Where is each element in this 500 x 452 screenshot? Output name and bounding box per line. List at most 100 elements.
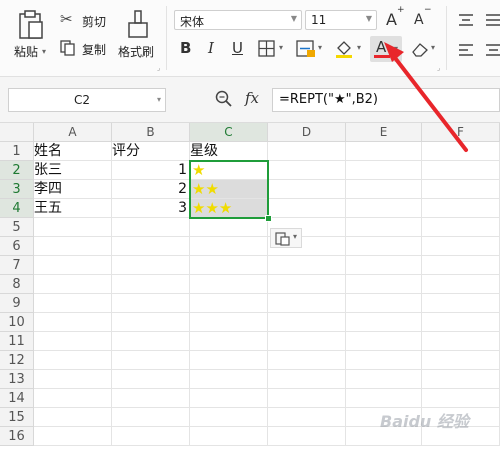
cell-a16[interactable]	[34, 427, 112, 446]
cell-d10[interactable]	[268, 313, 346, 332]
cell-f11[interactable]	[422, 332, 500, 351]
cell-d13[interactable]	[268, 370, 346, 389]
cell-d7[interactable]	[268, 256, 346, 275]
cell-b2[interactable]: 1	[112, 161, 190, 180]
row-header-6[interactable]: 6	[0, 237, 34, 256]
cell-d14[interactable]	[268, 389, 346, 408]
cell-d15[interactable]	[268, 408, 346, 427]
cell-c2[interactable]: ★	[190, 161, 268, 180]
cell-f7[interactable]	[422, 256, 500, 275]
row-header-7[interactable]: 7	[0, 256, 34, 275]
cell-a15[interactable]	[34, 408, 112, 427]
cell-e12[interactable]	[346, 351, 422, 370]
cell-e9[interactable]	[346, 294, 422, 313]
cell-a2[interactable]: 张三	[34, 161, 112, 180]
cell-c6[interactable]	[190, 237, 268, 256]
row-header-12[interactable]: 12	[0, 351, 34, 370]
cell-f10[interactable]	[422, 313, 500, 332]
cell-b6[interactable]	[112, 237, 190, 256]
cell-f12[interactable]	[422, 351, 500, 370]
cell-b9[interactable]	[112, 294, 190, 313]
cell-f14[interactable]	[422, 389, 500, 408]
cell-a11[interactable]	[34, 332, 112, 351]
row-header-4[interactable]: 4	[0, 199, 34, 218]
cell-d8[interactable]	[268, 275, 346, 294]
paste-options-button[interactable]: ▾	[270, 228, 302, 248]
cell-a6[interactable]	[34, 237, 112, 256]
cell-e8[interactable]	[346, 275, 422, 294]
cell-b3[interactable]: 2	[112, 180, 190, 199]
cell-b12[interactable]	[112, 351, 190, 370]
row-header-2[interactable]: 2	[0, 161, 34, 180]
cell-f13[interactable]	[422, 370, 500, 389]
cell-b13[interactable]	[112, 370, 190, 389]
cell-e2[interactable]	[346, 161, 422, 180]
cell-f8[interactable]	[422, 275, 500, 294]
cell-d9[interactable]	[268, 294, 346, 313]
cell-a14[interactable]	[34, 389, 112, 408]
cell-e7[interactable]	[346, 256, 422, 275]
cell-b4[interactable]: 3	[112, 199, 190, 218]
cell-e6[interactable]	[346, 237, 422, 256]
cell-d16[interactable]	[268, 427, 346, 446]
cell-f3[interactable]	[422, 180, 500, 199]
cell-b14[interactable]	[112, 389, 190, 408]
cell-b5[interactable]	[112, 218, 190, 237]
fill-handle[interactable]	[265, 215, 272, 222]
cell-e10[interactable]	[346, 313, 422, 332]
cell-e11[interactable]	[346, 332, 422, 351]
cell-c10[interactable]	[190, 313, 268, 332]
cell-a13[interactable]	[34, 370, 112, 389]
cell-c8[interactable]	[190, 275, 268, 294]
cell-d4[interactable]	[268, 199, 346, 218]
cell-f9[interactable]	[422, 294, 500, 313]
cell-c15[interactable]	[190, 408, 268, 427]
row-header-9[interactable]: 9	[0, 294, 34, 313]
cell-c16[interactable]	[190, 427, 268, 446]
cell-a3[interactable]: 李四	[34, 180, 112, 199]
row-header-11[interactable]: 11	[0, 332, 34, 351]
cell-d2[interactable]	[268, 161, 346, 180]
row-header-16[interactable]: 16	[0, 427, 34, 446]
cell-c14[interactable]	[190, 389, 268, 408]
row-header-14[interactable]: 14	[0, 389, 34, 408]
cell-c11[interactable]	[190, 332, 268, 351]
cell-b10[interactable]	[112, 313, 190, 332]
cell-e5[interactable]	[346, 218, 422, 237]
cell-e14[interactable]	[346, 389, 422, 408]
cell-a12[interactable]	[34, 351, 112, 370]
cell-a9[interactable]	[34, 294, 112, 313]
cell-c3[interactable]: ★★	[190, 180, 268, 199]
row-header-3[interactable]: 3	[0, 180, 34, 199]
cell-c9[interactable]	[190, 294, 268, 313]
cell-f6[interactable]	[422, 237, 500, 256]
cell-a10[interactable]	[34, 313, 112, 332]
cell-c4[interactable]: ★★★	[190, 199, 268, 218]
row-header-10[interactable]: 10	[0, 313, 34, 332]
cell-c5[interactable]	[190, 218, 268, 237]
row-header-15[interactable]: 15	[0, 408, 34, 427]
cell-a8[interactable]	[34, 275, 112, 294]
cell-d11[interactable]	[268, 332, 346, 351]
cell-d3[interactable]	[268, 180, 346, 199]
row-header-13[interactable]: 13	[0, 370, 34, 389]
cell-f4[interactable]	[422, 199, 500, 218]
row-header-5[interactable]: 5	[0, 218, 34, 237]
cell-a4[interactable]: 王五	[34, 199, 112, 218]
cell-b16[interactable]	[112, 427, 190, 446]
cell-e4[interactable]	[346, 199, 422, 218]
cell-c12[interactable]	[190, 351, 268, 370]
cell-c13[interactable]	[190, 370, 268, 389]
cell-f2[interactable]	[422, 161, 500, 180]
cell-b8[interactable]	[112, 275, 190, 294]
cell-f5[interactable]	[422, 218, 500, 237]
cell-c7[interactable]	[190, 256, 268, 275]
cell-b11[interactable]	[112, 332, 190, 351]
cell-a5[interactable]	[34, 218, 112, 237]
cell-b15[interactable]	[112, 408, 190, 427]
cell-e13[interactable]	[346, 370, 422, 389]
cell-e3[interactable]	[346, 180, 422, 199]
cell-d12[interactable]	[268, 351, 346, 370]
row-header-8[interactable]: 8	[0, 275, 34, 294]
cell-b7[interactable]	[112, 256, 190, 275]
